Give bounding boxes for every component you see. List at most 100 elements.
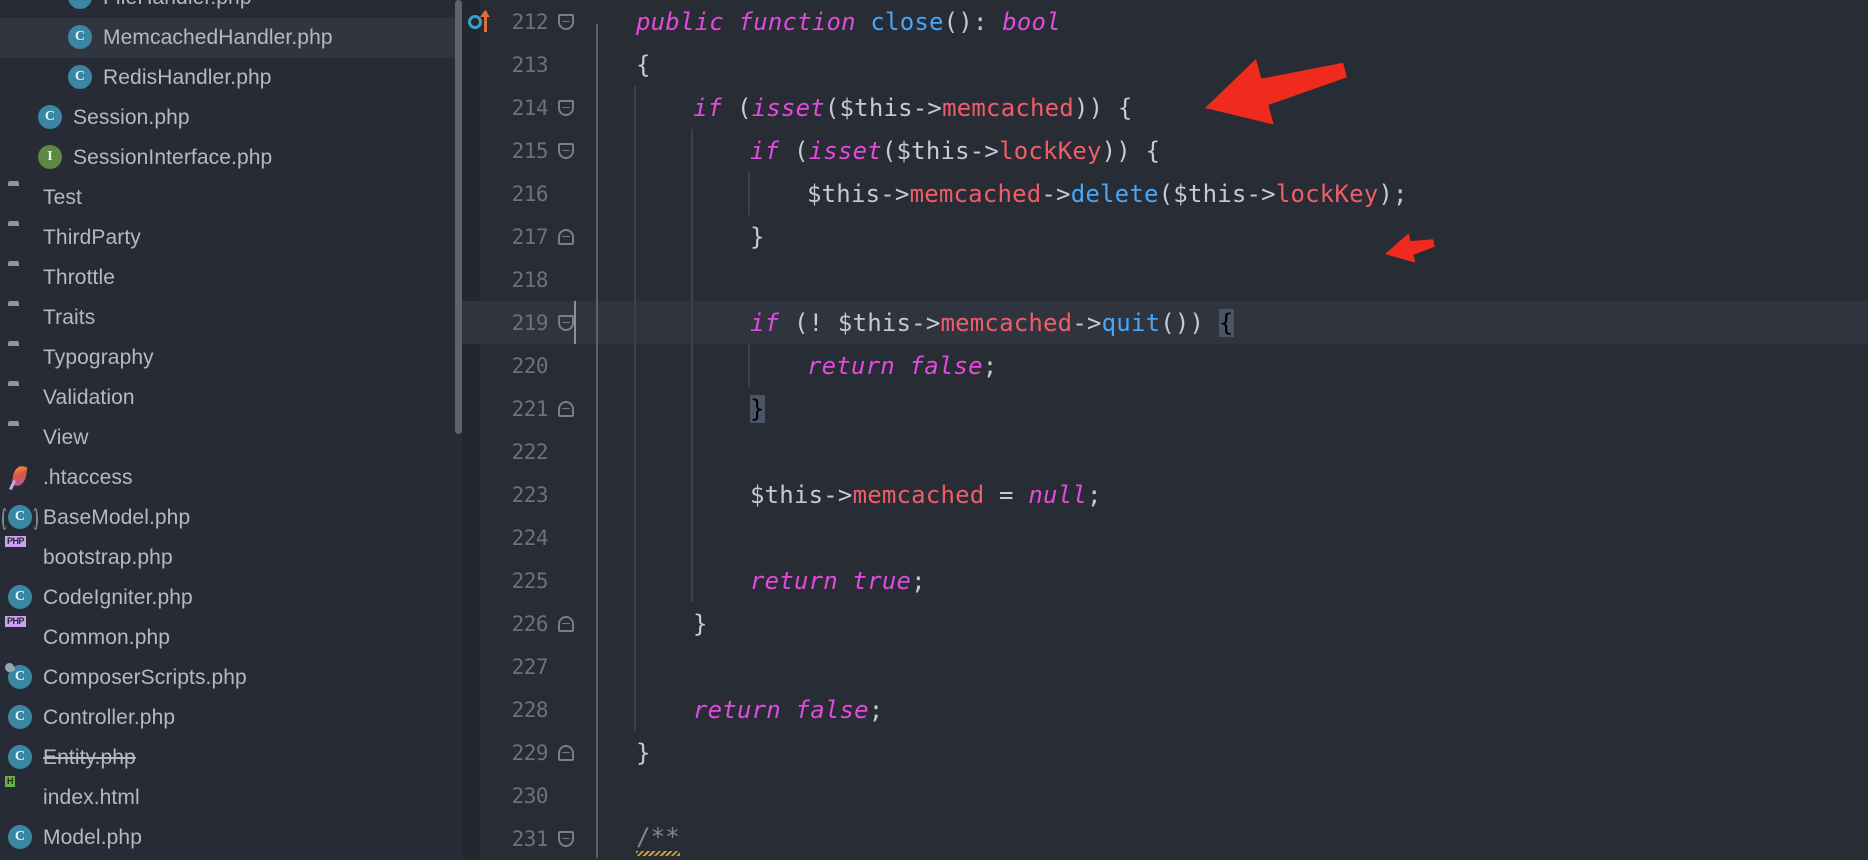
fold-toggle-icon[interactable]: – — [558, 615, 574, 632]
line-gutter[interactable]: 214– — [462, 86, 632, 129]
code-text[interactable]: $this -> memcached -> delete($this -> lockKey)… — [807, 172, 1408, 215]
tree-item-traits[interactable]: Traits — [0, 298, 462, 338]
code-text[interactable]: if (isset($this -> memcached)) { — [693, 86, 1133, 129]
fold-marker-slot[interactable]: – — [548, 301, 584, 344]
line-gutter[interactable]: 225 — [462, 559, 632, 602]
line-gutter[interactable]: 212– — [462, 0, 632, 43]
fold-marker-slot[interactable] — [548, 258, 584, 301]
fold-toggle-icon[interactable]: – — [558, 400, 574, 417]
code-line-216[interactable]: 216 $this -> memcached -> delete($this -> lockK… — [462, 172, 1868, 215]
line-gutter[interactable]: 224 — [462, 516, 632, 559]
code-line-230[interactable]: 230 — [462, 774, 1868, 817]
line-gutter[interactable]: 218 — [462, 258, 632, 301]
code-text[interactable]: $this -> memcached = null; — [750, 473, 1102, 516]
code-line-213[interactable]: 213 { — [462, 43, 1868, 86]
fold-toggle-icon[interactable]: – — [558, 99, 574, 116]
line-gutter[interactable]: 215– — [462, 129, 632, 172]
code-line-212[interactable]: 212– public function close (): bool — [462, 0, 1868, 43]
code-text[interactable]: } — [750, 215, 765, 258]
fold-marker-slot[interactable]: – — [548, 731, 584, 774]
tree-item--htaccess[interactable]: .htaccess — [0, 458, 462, 498]
code-text[interactable]: { — [636, 43, 651, 86]
code-line-215[interactable]: 215– if (isset($this -> lockKey)) { — [462, 129, 1868, 172]
tree-item-test[interactable]: Test — [0, 178, 462, 218]
fold-marker-slot[interactable]: – — [548, 387, 584, 430]
tree-item-common-php[interactable]: PHP Common.php — [0, 616, 462, 658]
fold-toggle-icon[interactable]: – — [558, 13, 574, 30]
line-gutter[interactable]: 227 — [462, 645, 632, 688]
line-gutter[interactable]: 223 — [462, 473, 632, 516]
fold-toggle-icon[interactable]: – — [558, 142, 574, 159]
tree-item-thirdparty[interactable]: ThirdParty — [0, 218, 462, 258]
code-line-231[interactable]: 231–/** — [462, 817, 1868, 860]
code-line-225[interactable]: 225 return true; — [462, 559, 1868, 602]
file-tree[interactable]: C FileHandler.php C MemcachedHandler.php C Re… — [0, 0, 462, 858]
fold-marker-slot[interactable]: – — [548, 215, 584, 258]
line-gutter[interactable]: 222 — [462, 430, 632, 473]
fold-marker-slot[interactable] — [548, 516, 584, 559]
fold-marker-slot[interactable] — [548, 430, 584, 473]
code-text[interactable]: if (isset($this -> lockKey)) { — [750, 129, 1160, 172]
tree-item-entity-php[interactable]: C Entity.php — [0, 738, 462, 778]
line-gutter[interactable]: 226– — [462, 602, 632, 645]
code-text[interactable]: } — [636, 731, 651, 774]
fold-toggle-icon[interactable]: – — [558, 314, 574, 331]
fold-marker-slot[interactable] — [548, 645, 584, 688]
overridden-method-icon[interactable] — [468, 9, 496, 33]
fold-marker-slot[interactable]: – — [548, 129, 584, 172]
project-sidebar[interactable]: C FileHandler.php C MemcachedHandler.php C Re… — [0, 0, 462, 860]
tree-item-model-php[interactable]: C Model.php — [0, 818, 462, 858]
tree-item-throttle[interactable]: Throttle — [0, 258, 462, 298]
tree-item-bootstrap-php[interactable]: PHP bootstrap.php — [0, 536, 462, 578]
tree-item-sessioninterface-php[interactable]: I SessionInterface.php — [0, 138, 462, 178]
code-line-226[interactable]: 226–} — [462, 602, 1868, 645]
line-gutter[interactable]: 228 — [462, 688, 632, 731]
code-text[interactable]: return false; — [693, 688, 883, 731]
code-line-229[interactable]: 229–} — [462, 731, 1868, 774]
tree-item-composerscripts-php[interactable]: C ComposerScripts.php — [0, 658, 462, 698]
tree-item-basemodel-php[interactable]: C BaseModel.php — [0, 498, 462, 538]
code-text[interactable]: /** — [636, 817, 680, 860]
code-text[interactable]: if (! $this -> memcached -> quit()) { — [750, 301, 1234, 344]
fold-toggle-icon[interactable]: – — [558, 228, 574, 245]
fold-marker-slot[interactable]: – — [548, 0, 584, 43]
tree-item-redishandler-php[interactable]: C RedisHandler.php — [0, 58, 462, 98]
code-editor-pane[interactable]: 212– public function close (): bool 213 {214… — [462, 0, 1868, 860]
fold-marker-slot[interactable] — [548, 774, 584, 817]
code-line-220[interactable]: 220 return false; — [462, 344, 1868, 387]
code-text[interactable]: } — [750, 387, 765, 430]
code-line-221[interactable]: 221–} — [462, 387, 1868, 430]
fold-marker-slot[interactable] — [548, 559, 584, 602]
line-gutter[interactable]: 221– — [462, 387, 632, 430]
code-text[interactable]: return false; — [807, 344, 997, 387]
code-line-214[interactable]: 214– if (isset($this -> memcached)) { — [462, 86, 1868, 129]
tree-item-index-html[interactable]: Hindex.html — [0, 776, 462, 818]
code-lines[interactable]: 212– public function close (): bool 213 {214… — [462, 0, 1868, 860]
fold-toggle-icon[interactable]: – — [558, 744, 574, 761]
tree-item-typography[interactable]: Typography — [0, 338, 462, 378]
code-text[interactable]: return true; — [750, 559, 926, 602]
tree-item-validation[interactable]: Validation — [0, 378, 462, 418]
fold-marker-slot[interactable]: – — [548, 817, 584, 860]
tree-item-controller-php[interactable]: C Controller.php — [0, 698, 462, 738]
line-gutter[interactable]: 217– — [462, 215, 632, 258]
code-line-218[interactable]: 218 — [462, 258, 1868, 301]
tree-item-filehandler-php[interactable]: C FileHandler.php — [0, 0, 462, 18]
fold-marker-slot[interactable]: – — [548, 602, 584, 645]
code-line-222[interactable]: 222 — [462, 430, 1868, 473]
sidebar-scrollbar[interactable] — [455, 0, 462, 434]
fold-marker-slot[interactable] — [548, 344, 584, 387]
line-gutter[interactable]: 220 — [462, 344, 632, 387]
line-gutter[interactable]: 231– — [462, 817, 632, 860]
fold-marker-slot[interactable] — [548, 473, 584, 516]
line-gutter[interactable]: 216 — [462, 172, 632, 215]
code-line-228[interactable]: 228 return false; — [462, 688, 1868, 731]
fold-marker-slot[interactable] — [548, 172, 584, 215]
line-gutter[interactable]: 229– — [462, 731, 632, 774]
tree-item-view[interactable]: View — [0, 418, 462, 458]
code-line-223[interactable]: 223 $this -> memcached = null; — [462, 473, 1868, 516]
fold-marker-slot[interactable] — [548, 43, 584, 86]
line-gutter[interactable]: 213 — [462, 43, 632, 86]
code-line-224[interactable]: 224 — [462, 516, 1868, 559]
code-line-219[interactable]: 219– if (! $this -> memcached -> quit()) { — [462, 301, 1868, 344]
